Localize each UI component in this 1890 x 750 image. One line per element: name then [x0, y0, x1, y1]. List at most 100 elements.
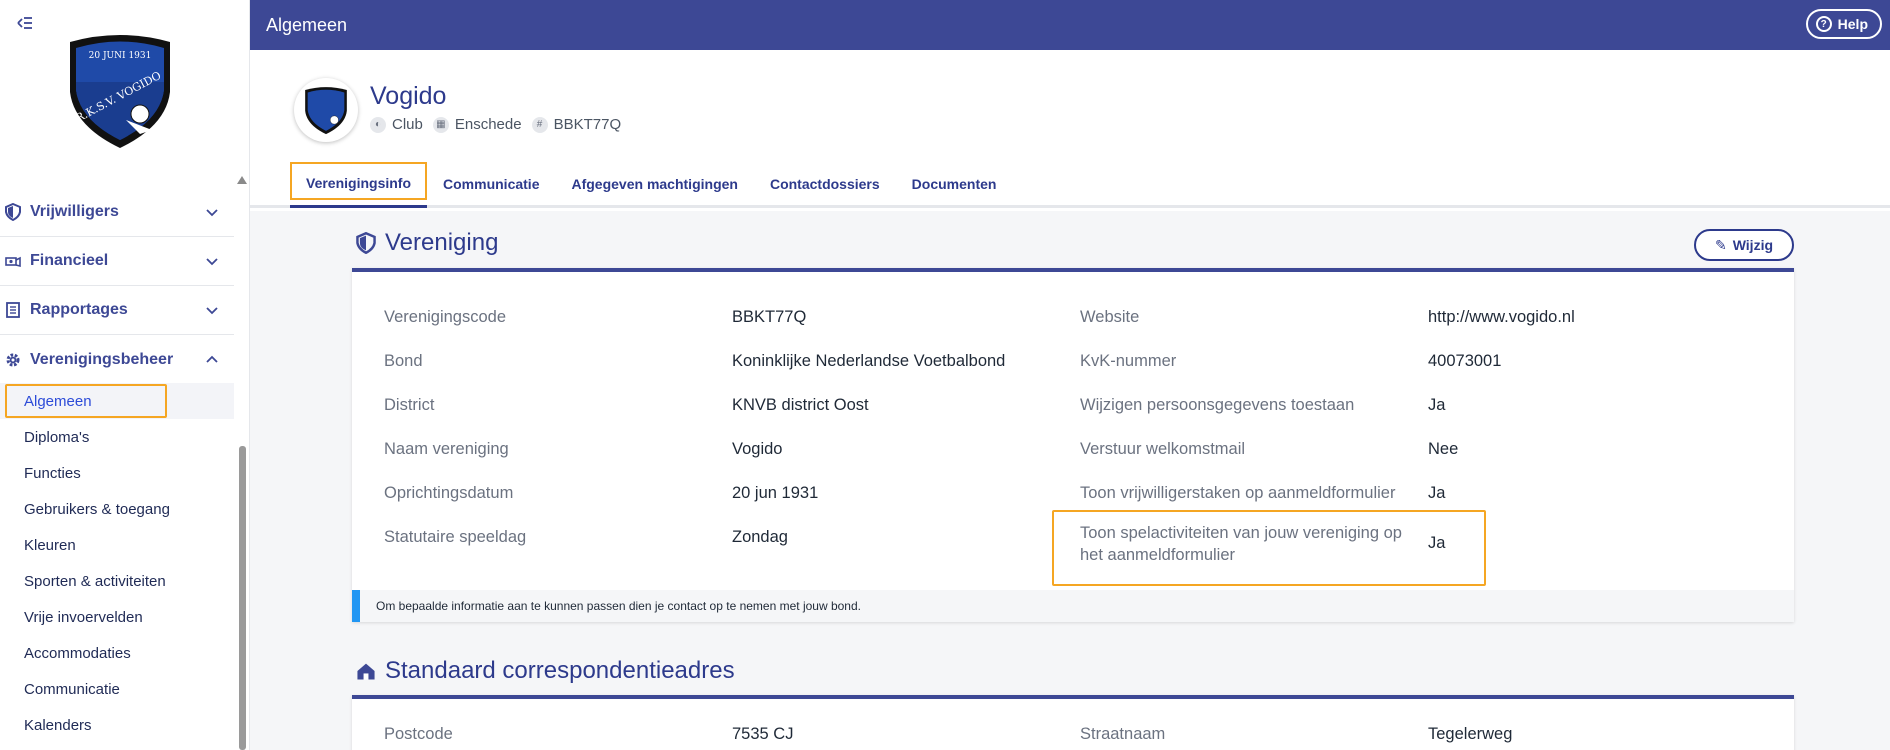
sidebar-item-functies[interactable]: Functies	[0, 455, 234, 491]
sidebar-item-sporten-activiteiten[interactable]: Sporten & activiteiten	[0, 563, 234, 599]
field-label: Naam vereniging	[384, 440, 509, 458]
sidebar-item-diplomas[interactable]: Diploma's	[0, 419, 234, 455]
sidebar-section-vrijwilligers[interactable]: Vrijwilligers	[0, 188, 234, 237]
club-meta: ◐ Club ▦ Enschede # BBKT77Q	[370, 116, 621, 133]
pencil-icon: ✎	[1714, 236, 1727, 253]
sidebar-item-accommodaties[interactable]: Accommodaties	[0, 635, 234, 671]
hash-icon: #	[531, 116, 548, 133]
tab-label: Documenten	[911, 176, 997, 192]
sidebar-item-gebruikers-toegang[interactable]: Gebruikers & toegang	[0, 491, 234, 527]
section-title-text: Vereniging	[385, 229, 499, 256]
money-icon	[2, 250, 24, 272]
sidebar-item-kleuren[interactable]: Kleuren	[0, 527, 234, 563]
correspondentie-card: Postcode 7535 CJ Straatnaam Tegelerweg	[352, 695, 1794, 750]
tab-documenten[interactable]: Documenten	[896, 160, 1013, 208]
tab-label: Afgegeven machtigingen	[571, 176, 738, 192]
shield-icon: ◐	[370, 116, 386, 133]
field-value: 20 jun 1931	[732, 484, 819, 502]
field-value: KNVB district Oost	[732, 396, 869, 414]
field-label: Straatnaam	[1080, 725, 1166, 743]
main-content: Vereniging ✎ Wijzig Verenigingscode BBKT…	[250, 211, 1890, 750]
chevron-down-icon	[204, 204, 220, 220]
sidebar-item-label: Kalenders	[24, 716, 92, 734]
edit-label: Wijzig	[1732, 237, 1774, 253]
club-logo	[294, 78, 358, 142]
sidebar-item-kalenders[interactable]: Kalenders	[0, 707, 234, 743]
tab-label: Contactdossiers	[769, 176, 880, 192]
chevron-down-icon	[204, 253, 220, 269]
tab-bar: Verenigingsinfo Communicatie Afgegeven m…	[290, 160, 1012, 208]
sidebar-item-label: Communicatie	[24, 680, 120, 698]
sidebar-scroll-up-arrow[interactable]	[237, 176, 247, 184]
field-label: Verstuur welkomstmail	[1080, 440, 1246, 458]
sidebar-item-label: Gebruikers & toegang	[24, 500, 170, 518]
edit-button[interactable]: ✎ Wijzig	[1694, 229, 1794, 261]
website-link[interactable]: http://www.vogido.nl	[1428, 308, 1575, 327]
field-value: Zondag	[732, 528, 788, 546]
info-note: Om bepaalde informatie aan te kunnen pas…	[352, 590, 1794, 622]
gear-icon	[2, 349, 24, 371]
logo-text-top: 20 JUNI 1931	[89, 51, 152, 61]
chevron-down-icon	[204, 302, 220, 318]
collapse-menu-icon[interactable]	[14, 12, 36, 34]
sidebar-section-verenigingsbeheer[interactable]: Verenigingsbeheer	[0, 335, 234, 384]
section-title-vereniging: Vereniging	[355, 229, 498, 257]
club-type: Club	[392, 116, 423, 133]
tab-label: Communicatie	[443, 176, 540, 192]
sidebar: 20 JUNI 1931 R.K.S.V. VOGIDO Vrijwillige…	[0, 0, 250, 750]
help-button[interactable]: ? Help	[1805, 9, 1882, 39]
club-city: Enschede	[454, 116, 522, 133]
field-label: Toon vrijwilligerstaken op aanmeldformul…	[1080, 484, 1396, 502]
field-label: Verenigingscode	[384, 308, 507, 326]
sidebar-item-label: Vrije invoervelden	[24, 608, 143, 626]
field-label: Website	[1080, 308, 1140, 326]
sidebar-section-label: Financieel	[30, 252, 109, 269]
section-title-correspondentie: Standaard correspondentieadres	[355, 657, 735, 685]
field-value: Ja	[1428, 396, 1446, 414]
club-logo-large: 20 JUNI 1931 R.K.S.V. VOGIDO	[60, 30, 180, 150]
vereniging-card: Verenigingscode BBKT77Q Bond Koninklijke…	[352, 268, 1794, 622]
top-bar: Algemeen ? Help	[250, 0, 1890, 50]
sidebar-section-label: Verenigingsbeheer	[30, 350, 174, 368]
field-label: KvK-nummer	[1080, 352, 1177, 370]
sidebar-item-label: Accommodaties	[24, 644, 131, 662]
field-value: Vogido	[732, 440, 783, 458]
field-value: Ja	[1428, 484, 1446, 502]
sidebar-item-label: Diploma's	[24, 428, 90, 446]
tab-communicatie[interactable]: Communicatie	[427, 160, 555, 208]
report-icon	[2, 299, 24, 321]
field-label: Wijzigen persoonsgegevens toestaan	[1080, 396, 1355, 414]
shield-icon	[2, 201, 24, 223]
sidebar-item-vrije-invoervelden[interactable]: Vrije invoervelden	[0, 599, 234, 635]
sidebar-scrollbar[interactable]	[239, 446, 246, 750]
field-label: Statutaire speeldag	[384, 528, 527, 546]
sidebar-item-communicatie[interactable]: Communicatie	[0, 671, 234, 707]
field-value: Koninklijke Nederlandse Voetbalbond	[732, 352, 1006, 370]
field-label: Toon spelactiviteiten van jouw verenigin…	[1080, 524, 1402, 564]
sidebar-item-label: Sporten & activiteiten	[24, 572, 166, 590]
field-value: Nee	[1428, 440, 1459, 458]
sidebar-item-label: Kleuren	[24, 536, 76, 554]
sidebar-section-financieel[interactable]: Financieel	[0, 237, 234, 286]
tab-contactdossiers[interactable]: Contactdossiers	[754, 160, 896, 208]
field-value: 40073001	[1428, 352, 1502, 370]
section-title-text: Standaard correspondentieadres	[385, 657, 735, 684]
building-icon: ▦	[432, 116, 449, 133]
sidebar-section-label: Rapportages	[30, 301, 128, 318]
field-value: BBKT77Q	[732, 308, 807, 326]
sidebar-item-algemeen[interactable]: Algemeen	[0, 383, 234, 419]
tab-verenigingsinfo[interactable]: Verenigingsinfo	[290, 160, 428, 208]
club-name: Vogido	[370, 82, 447, 110]
chevron-up-icon	[204, 352, 220, 368]
help-label: Help	[1837, 16, 1868, 32]
sidebar-section-label: Vrijwilligers	[30, 203, 119, 220]
sidebar-section-rapportages[interactable]: Rapportages	[0, 286, 234, 335]
field-label: Oprichtingsdatum	[384, 484, 514, 502]
home-icon	[355, 660, 377, 682]
tab-afgegeven-machtigingen[interactable]: Afgegeven machtigingen	[555, 160, 753, 208]
field-value: 7535 CJ	[732, 725, 794, 743]
shield-icon	[355, 231, 377, 255]
club-code: BBKT77Q	[553, 116, 622, 133]
field-value: Ja	[1428, 534, 1446, 552]
sidebar-item-label: Functies	[24, 464, 81, 482]
